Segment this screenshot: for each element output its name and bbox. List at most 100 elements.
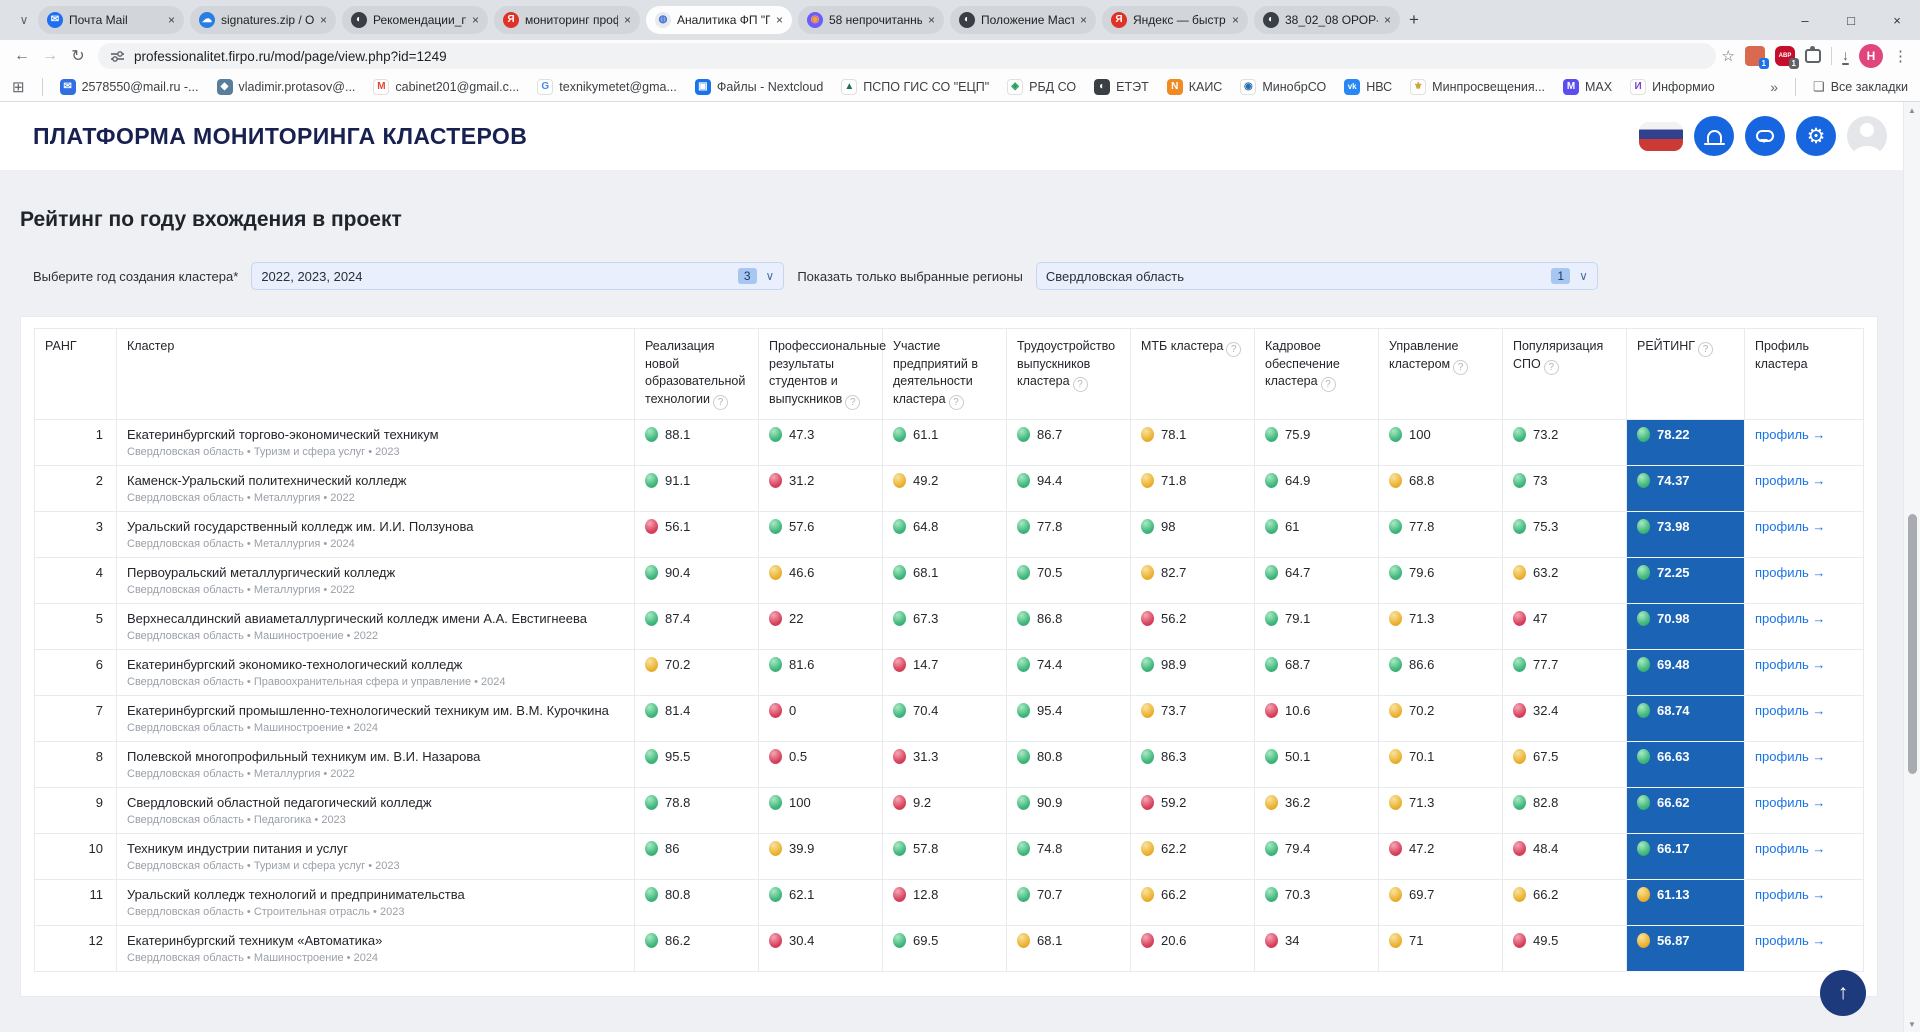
browser-tab[interactable]: ◐38_02_08 ОРОР-Р 20× — [1254, 6, 1400, 34]
extensions-puzzle-icon[interactable] — [1805, 49, 1821, 63]
profile-cell: профиль → — [1745, 833, 1864, 879]
tab-close-icon[interactable]: × — [928, 13, 935, 27]
help-icon[interactable]: ? — [1226, 342, 1241, 357]
tab-search-chevron-icon[interactable]: ∨ — [10, 13, 38, 27]
downloads-icon[interactable]: ↓ — [1842, 47, 1849, 65]
extension-shield-icon[interactable]: 1 — [1745, 46, 1765, 66]
profile-link[interactable]: профиль → — [1755, 795, 1825, 810]
browser-profile-avatar[interactable]: H — [1859, 44, 1883, 68]
profile-link[interactable]: профиль → — [1755, 933, 1825, 948]
bookmark-item[interactable]: ◉МинобрСО — [1240, 79, 1326, 95]
profile-link[interactable]: профиль → — [1755, 887, 1825, 902]
all-bookmarks-button[interactable]: ❏ Все закладки — [1813, 79, 1908, 95]
bookmark-item[interactable]: ◆vladimir.protasov@... — [217, 79, 356, 95]
profile-link[interactable]: профиль → — [1755, 749, 1825, 764]
browser-tab[interactable]: ☁signatures.zip / Обла× — [190, 6, 336, 34]
url-bar[interactable]: professionalitet.firpo.ru/mod/page/view.… — [98, 43, 1716, 69]
chevron-down-icon: ∨ — [1579, 269, 1588, 283]
table-row: 12Екатеринбургский техникум «Автоматика»… — [35, 925, 1864, 971]
bookmark-item[interactable]: ▲ПСПО ГИС СО "ЕЦП" — [841, 79, 989, 95]
metric-value: 78.8 — [665, 795, 690, 810]
tab-close-icon[interactable]: × — [1384, 13, 1391, 27]
profile-link[interactable]: профиль → — [1755, 565, 1825, 580]
browser-tab[interactable]: ✉Почта Mail× — [38, 6, 184, 34]
close-button[interactable]: × — [1874, 0, 1920, 40]
profile-link[interactable]: профиль → — [1755, 611, 1825, 626]
status-dot-icon — [893, 427, 906, 442]
language-flag-icon[interactable] — [1639, 122, 1683, 151]
cluster-cell: Верхнесалдинский авиаметаллургический ко… — [117, 603, 635, 649]
page-scrollbar[interactable]: ▲ ▼ — [1903, 102, 1920, 1032]
rating-value: 70.98 — [1657, 611, 1690, 626]
profile-link[interactable]: профиль → — [1755, 473, 1825, 488]
browser-tab[interactable]: ◐Положение Мастер× — [950, 6, 1096, 34]
bookmarks-overflow-chevron[interactable]: » — [1770, 79, 1778, 95]
tab-close-icon[interactable]: × — [1080, 13, 1087, 27]
back-button[interactable]: ← — [8, 42, 36, 70]
browser-tab[interactable]: ◍Аналитика ФП "Прос× — [646, 6, 792, 34]
notifications-button[interactable] — [1694, 116, 1734, 156]
status-dot-icon — [1017, 657, 1030, 672]
browser-menu-icon[interactable]: ⋮ — [1893, 47, 1908, 65]
bookmark-item[interactable]: NКАИС — [1167, 79, 1223, 95]
tab-close-icon[interactable]: × — [168, 13, 175, 27]
help-icon[interactable]: ? — [713, 395, 728, 410]
apps-grid-icon[interactable]: ⊞ — [12, 78, 25, 96]
settings-button[interactable]: ⚙ — [1796, 116, 1836, 156]
reload-button[interactable]: ↻ — [64, 42, 92, 70]
help-icon[interactable]: ? — [1698, 342, 1713, 357]
browser-tab[interactable]: ◉58 непрочитанных ч× — [798, 6, 944, 34]
new-tab-button[interactable]: + — [1400, 6, 1428, 34]
bookmark-item[interactable]: MMAX — [1563, 79, 1612, 95]
forward-button[interactable]: → — [36, 42, 64, 70]
extension-adblock-icon[interactable]: ABP 1 — [1775, 46, 1795, 66]
bookmark-item[interactable]: ✉2578550@mail.ru -... — [60, 79, 199, 95]
bookmark-star-icon[interactable]: ☆ — [1722, 47, 1735, 65]
metric-value: 22 — [789, 611, 803, 626]
tab-close-icon[interactable]: × — [624, 13, 631, 27]
profile-link[interactable]: профиль → — [1755, 427, 1825, 442]
help-icon[interactable]: ? — [949, 395, 964, 410]
help-icon[interactable]: ? — [845, 395, 860, 410]
bookmark-item[interactable]: Gtexnikymetet@gma... — [537, 79, 677, 95]
bookmark-item[interactable]: ИИнформио — [1630, 79, 1715, 95]
tab-close-icon[interactable]: × — [472, 13, 479, 27]
bookmark-item[interactable]: ▣Файлы - Nextcloud — [695, 79, 823, 95]
tab-close-icon[interactable]: × — [776, 13, 783, 27]
profile-link[interactable]: профиль → — [1755, 519, 1825, 534]
maximize-button[interactable]: □ — [1828, 0, 1874, 40]
profile-link[interactable]: профиль → — [1755, 703, 1825, 718]
scrollbar-down-arrow[interactable]: ▼ — [1904, 1016, 1920, 1032]
status-dot-icon — [1637, 841, 1650, 856]
tab-close-icon[interactable]: × — [320, 13, 327, 27]
status-dot-icon — [1141, 519, 1154, 534]
profile-link[interactable]: профиль → — [1755, 841, 1825, 856]
metric-value: 80.8 — [1037, 749, 1062, 764]
scrollbar-up-arrow[interactable]: ▲ — [1904, 102, 1920, 118]
user-avatar[interactable] — [1847, 116, 1887, 156]
header-actions: ⚙ — [1639, 116, 1887, 156]
bookmark-item[interactable]: ◈РБД СО — [1007, 79, 1076, 95]
scroll-to-top-button[interactable]: ↑ — [1820, 970, 1866, 1016]
bookmark-item[interactable]: ◐ЕТЭТ — [1094, 79, 1149, 95]
scrollbar-thumb[interactable] — [1908, 514, 1917, 774]
help-icon[interactable]: ? — [1073, 377, 1088, 392]
profile-link[interactable]: профиль → — [1755, 657, 1825, 672]
tab-close-icon[interactable]: × — [1232, 13, 1239, 27]
browser-tab[interactable]: ◐Рекомендации_по_п× — [342, 6, 488, 34]
browser-tab[interactable]: ЯЯндекс — быстрый п× — [1102, 6, 1248, 34]
bookmark-item[interactable]: vkНВС — [1344, 79, 1392, 95]
year-filter-label: Выберите год создания кластера* — [33, 269, 238, 284]
region-select[interactable]: Свердловская область 1 ∨ — [1036, 262, 1598, 290]
minimize-button[interactable]: – — [1782, 0, 1828, 40]
bookmark-item[interactable]: ⚜Минпросвещения... — [1410, 79, 1545, 95]
bookmark-item[interactable]: Mcabinet201@gmail.c... — [373, 79, 519, 95]
browser-tab[interactable]: Ямониторинг професс× — [494, 6, 640, 34]
metric-value: 34 — [1285, 933, 1299, 948]
messages-button[interactable] — [1745, 116, 1785, 156]
table-row: 7Екатеринбургский промышленно-технологич… — [35, 695, 1864, 741]
help-icon[interactable]: ? — [1321, 377, 1336, 392]
year-select[interactable]: 2022, 2023, 2024 3 ∨ — [251, 262, 784, 290]
help-icon[interactable]: ? — [1453, 360, 1468, 375]
help-icon[interactable]: ? — [1544, 360, 1559, 375]
